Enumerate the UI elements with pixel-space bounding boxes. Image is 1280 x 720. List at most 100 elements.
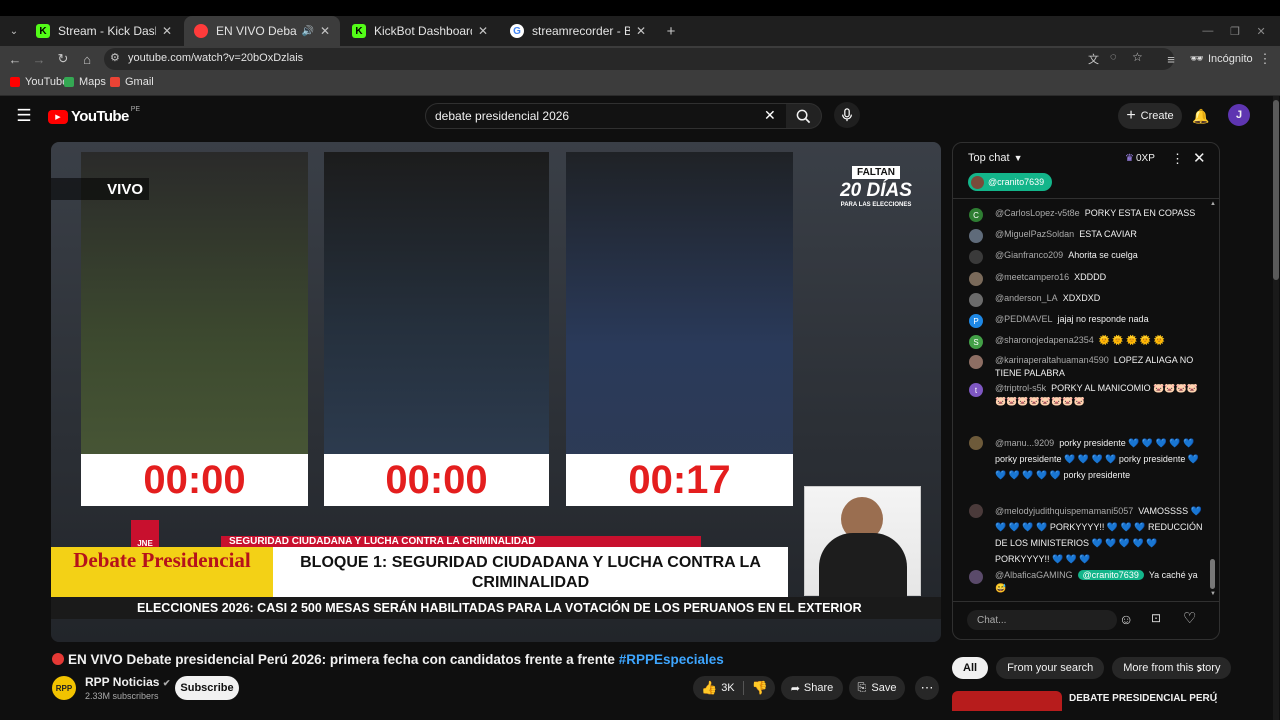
close-chat-icon[interactable]: ✕ [1193,149,1206,167]
youtube-logo[interactable]: ▶ YouTube PE [48,106,140,125]
address-bar[interactable]: ⚙ youtube.com/watch?v=20bOxDzlais 文 ◌ ☆ [104,48,1174,70]
chat-message: @melodyjudithquispemamani5057 VAMOSSSS 💙 … [967,503,1203,567]
timer-left: 00:00 [81,454,308,506]
close-window-icon[interactable]: ✕ [1256,25,1265,38]
hamburger-menu-icon[interactable]: ☰ [14,106,34,126]
emoji-icon[interactable]: ☺ [1119,611,1133,627]
chat-author[interactable]: @melodyjudithquispemamani5057 [995,506,1133,516]
more-actions-icon[interactable]: ⋯ [915,676,939,700]
chat-author[interactable]: @sharonojedapena2354 [995,335,1094,345]
create-button[interactable]: + Create [1118,103,1182,129]
browser-tab-google-search[interactable]: G streamrecorder - Buscar con Go ✕ [500,16,656,46]
channel-avatar[interactable]: RPP [52,676,76,700]
reload-icon[interactable]: ↻ [54,46,72,72]
video-player[interactable]: VIVO FALTAN 20 DÍAS PARA LAS ELECCIONES … [51,142,941,642]
tab-title: EN VIVO Debate preside [216,24,297,38]
hashtag-link[interactable]: #RPPEspeciales [619,652,724,667]
page-scroll-thumb[interactable] [1273,100,1279,280]
kick-favicon-icon: K [36,24,50,38]
filter-chip-more-story[interactable]: More from this story [1112,657,1232,679]
bookmark-gmail[interactable]: Gmail [110,76,154,88]
search-input[interactable]: debate presidencial 2026 [435,109,569,123]
share-button[interactable]: ➦ Share [781,676,843,700]
close-tab-icon[interactable]: ✕ [478,24,488,38]
window-top-bar [0,0,1280,16]
chat-author[interactable]: @karinaperaltahuaman4590 [995,355,1109,365]
site-info-icon[interactable]: ⚙ [110,51,120,64]
microphone-icon [842,108,852,122]
countdown-bottom: PARA LAS ELECCIONES [840,202,912,208]
bookmark-star-icon[interactable]: ☆ [1132,50,1143,64]
close-tab-icon[interactable]: ✕ [636,24,646,38]
chat-avatar: P [969,314,983,328]
chat-author[interactable]: @CarlosLopez-v5t8e [995,208,1080,218]
super-chat-icon[interactable]: ⊡ [1151,611,1161,625]
chevron-right-icon[interactable]: › [1197,660,1202,677]
chat-input[interactable]: Chat... [967,610,1117,630]
chat-author[interactable]: @AlbaficaGAMING [995,570,1073,580]
chat-author[interactable]: @PEDMAVEL [995,314,1053,324]
recommended-more-icon[interactable]: ⋮ [1210,691,1222,705]
youtube-bookmark-icon [10,77,20,87]
minimize-icon[interactable]: — [1202,25,1213,37]
incognito-indicator[interactable]: 🕶 Incógnito [1190,52,1253,66]
points-badge[interactable]: ♛ 0XP [1125,153,1155,164]
forward-arrow-icon[interactable]: → [30,46,48,72]
url-text: youtube.com/watch?v=20bOxDzlais [128,52,304,64]
chat-avatar [969,355,983,369]
filter-chip-all[interactable]: All [952,657,989,679]
browser-tab-strip: ⌄ K Stream - Kick Dashboard ✕ EN VIVO De… [0,0,1280,46]
chat-message: P @PEDMAVEL jajaj no responde nada [967,313,1203,328]
thumbs-up-icon[interactable]: 👍 [701,680,717,696]
scroll-down-icon[interactable]: ▼ [1210,591,1216,597]
like-count[interactable]: 3K [721,682,734,694]
pinned-user-chip[interactable]: @cranito7639 [968,173,1053,191]
scroll-up-icon[interactable]: ▲ [1210,201,1216,207]
recommended-thumbnail[interactable] [952,691,1062,711]
browser-tab-youtube-debate[interactable]: EN VIVO Debate preside 🔊 ✕ [184,16,340,46]
browser-tab-kickbot[interactable]: K KickBot Dashboard ✕ [342,16,498,46]
browser-tab-kick-dashboard[interactable]: K Stream - Kick Dashboard ✕ [26,16,182,46]
translate-icon[interactable]: 文 [1088,51,1099,67]
chat-author[interactable]: @Gianfranco209 [995,250,1063,260]
crown-icon: ♛ [1125,153,1134,164]
bookmark-youtube[interactable]: YouTube [10,76,68,88]
browser-menu-icon[interactable]: ⋮ [1258,46,1272,72]
bookmark-maps[interactable]: Maps [64,76,106,88]
thumbs-down-icon[interactable]: 👎 [752,680,768,696]
chat-avatar: C [969,208,983,222]
search-button[interactable] [786,103,822,129]
new-tab-plus-icon[interactable]: + [662,16,680,46]
media-control-icon[interactable]: ≡ [1162,46,1180,72]
notifications-bell-icon[interactable]: 🔔 [1191,106,1211,126]
back-arrow-icon[interactable]: ← [6,46,24,72]
home-icon[interactable]: ⌂ [78,46,96,72]
eye-off-icon[interactable]: ◌ [1110,51,1117,63]
chat-author[interactable]: @manu...9209 [995,438,1054,448]
close-tab-icon[interactable]: ✕ [320,24,330,38]
chat-author[interactable]: @triptrol-s5k [995,383,1046,393]
filter-chip-from-search[interactable]: From your search [996,657,1105,679]
chat-author[interactable]: @MiguelPazSoldan [995,229,1074,239]
channel-name[interactable]: RPP Noticias ✔ [85,675,170,689]
subscribe-button[interactable]: Subscribe [175,676,239,700]
audio-playing-icon[interactable]: 🔊 [301,26,313,37]
chat-more-icon[interactable]: ⋮ [1171,151,1184,167]
chat-author[interactable]: @anderson_LA [995,293,1058,303]
voice-search-button[interactable] [834,102,860,128]
clear-search-icon[interactable]: ✕ [764,107,776,124]
chat-author[interactable]: @meetcampero16 [995,272,1069,282]
maximize-icon[interactable]: ❐ [1230,25,1240,38]
recommended-title[interactable]: DEBATE PRESIDENCIAL PERÚ [1069,693,1217,704]
chat-mode-selector[interactable]: Top chat ▼ [968,152,1023,164]
chat-scrollbar[interactable]: ▲ ▼ [1210,201,1216,599]
account-avatar[interactable]: J [1228,104,1250,126]
page-scrollbar[interactable] [1273,96,1279,720]
chat-mention-chip[interactable]: @cranito7639 [1077,570,1144,580]
heart-icon[interactable]: ♡ [1183,609,1196,627]
scroll-thumb[interactable] [1210,559,1215,589]
search-box[interactable]: debate presidencial 2026 ✕ [425,103,787,129]
tab-search-chevron-icon[interactable]: ⌄ [6,16,22,46]
save-button[interactable]: ⎘ Save [849,676,905,700]
close-tab-icon[interactable]: ✕ [162,24,172,38]
